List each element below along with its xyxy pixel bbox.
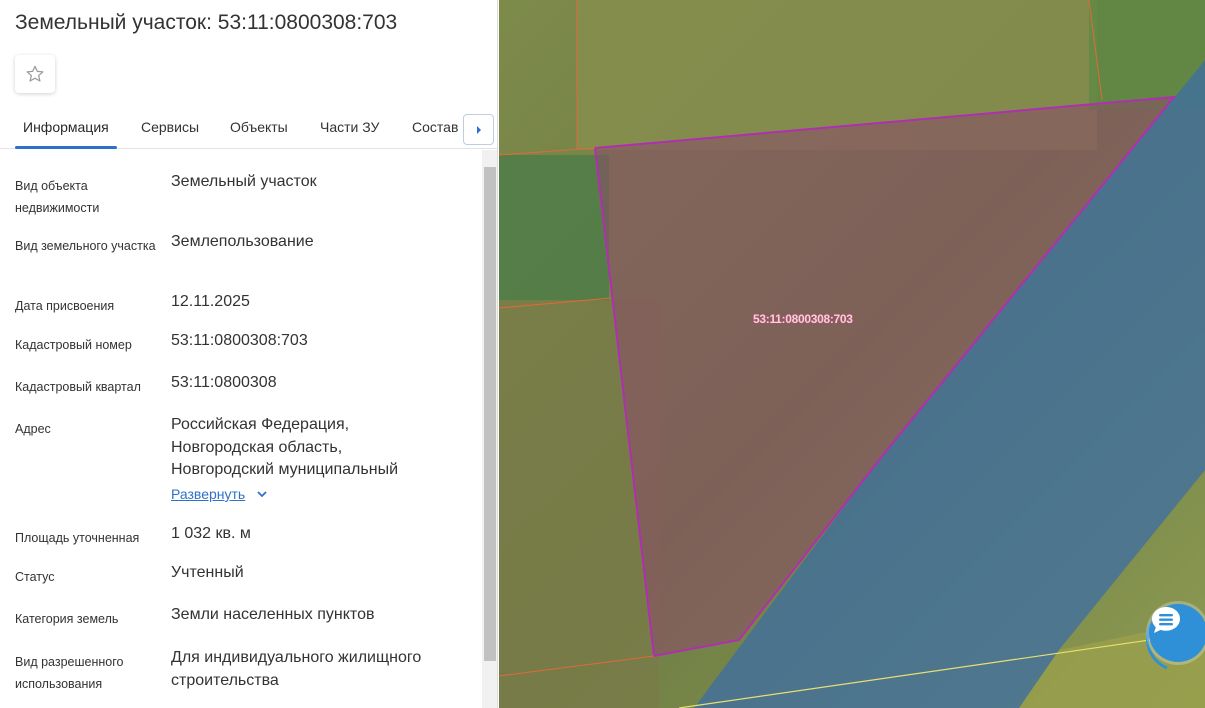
field-label: Кадастровый квартал (15, 380, 141, 394)
field-value: Учтенный (171, 564, 244, 581)
field-value: 1 032 кв. м (171, 525, 251, 542)
scrollbar-thumb[interactable] (484, 167, 496, 661)
active-tab-indicator (15, 146, 117, 149)
star-icon (26, 65, 44, 82)
chat-button[interactable] (1149, 604, 1205, 662)
tab-bar: Информация Сервисы Объекты Части ЗУ Сост… (0, 108, 497, 149)
field-value: 53:11:0800308 (171, 374, 277, 391)
field-value: Землепользование (171, 233, 314, 250)
expand-address-link[interactable]: Развернуть (171, 486, 267, 502)
tab-information[interactable]: Информация (23, 119, 109, 135)
field-label: Вид разрешенного использования (15, 655, 124, 691)
expand-label: Развернуть (171, 486, 246, 502)
chevron-right-icon (476, 125, 481, 134)
field-value: Земли населенных пунктов (171, 606, 375, 623)
map-canvas (499, 0, 1205, 708)
tabs-scroll-right-button[interactable] (463, 114, 494, 145)
field-label: Категория земель (15, 612, 119, 626)
field-label: Кадастровый номер (15, 338, 132, 352)
field-label: Статус (15, 570, 55, 584)
tab-objects[interactable]: Объекты (230, 119, 288, 135)
field-label: Вид объекта недвижимости (15, 179, 100, 215)
field-value: Земельный участок (171, 173, 317, 190)
favorite-button[interactable] (15, 55, 55, 93)
field-label: Площадь уточненная (15, 531, 140, 545)
field-value: Для индивидуального жилищного строительс… (171, 649, 422, 689)
field-label: Вид земельного участка (15, 239, 156, 253)
map-view[interactable]: 53:11:0800308:703 (499, 0, 1205, 708)
info-panel: Земельный участок: 53:11:0800308:703 Инф… (0, 0, 498, 708)
tab-services[interactable]: Сервисы (141, 119, 199, 135)
parcel-map-label: 53:11:0800308:703 (753, 312, 853, 326)
info-list: Вид объекта недвижимости Земельный участ… (0, 150, 482, 708)
field-label: Дата присвоения (15, 299, 115, 313)
chat-icon (1152, 607, 1180, 633)
field-value: 12.11.2025 (171, 293, 250, 310)
page-title: Земельный участок: 53:11:0800308:703 (15, 11, 398, 34)
chevron-down-icon (257, 490, 267, 497)
green-area-left (499, 155, 609, 300)
field-label: Адрес (15, 422, 51, 436)
tab-parcel-parts[interactable]: Части ЗУ (320, 119, 379, 135)
tab-composition[interactable]: Состав (412, 119, 458, 135)
field-value: Российская Федерация, Новгородская облас… (171, 416, 398, 478)
field-value: 53:11:0800308:703 (171, 332, 308, 349)
